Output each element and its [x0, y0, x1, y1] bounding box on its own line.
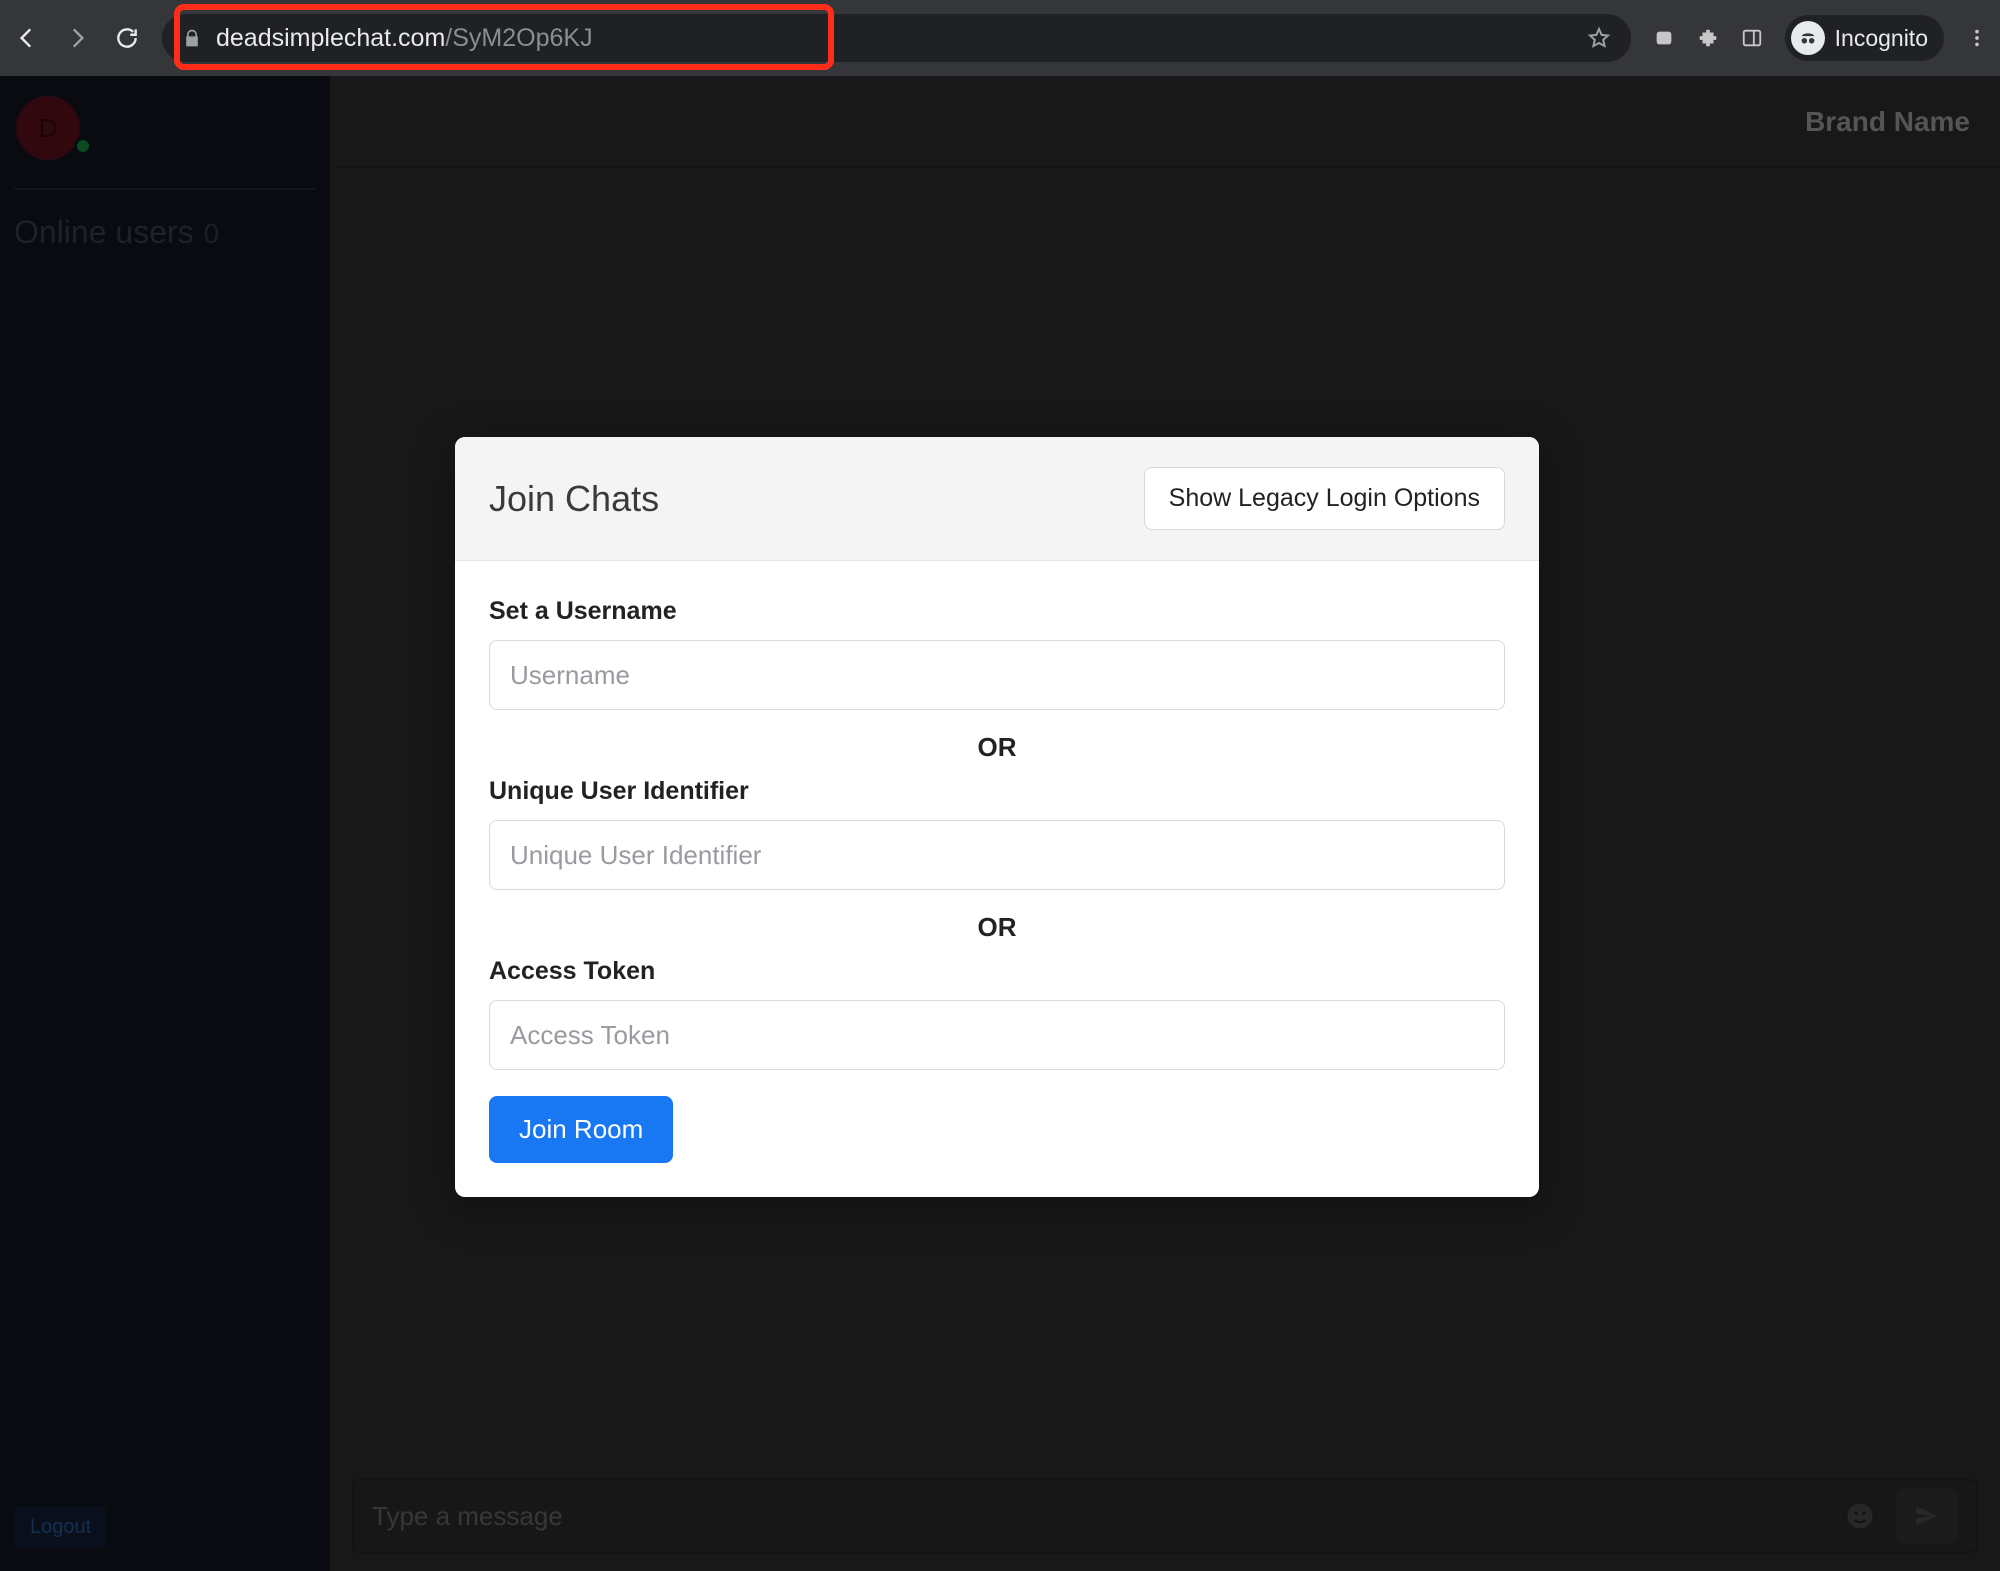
browser-toolbar: deadsimplechat.com/SyM2Op6KJ Incognito [0, 0, 2000, 76]
logout-button[interactable]: Logout [14, 1506, 107, 1549]
forward-button[interactable] [62, 23, 92, 53]
sidebar-divider [14, 188, 316, 190]
message-composer[interactable]: Type a message [352, 1479, 1978, 1553]
send-button[interactable] [1896, 1488, 1958, 1544]
url-domain: deadsimplechat.com [216, 24, 445, 53]
token-input[interactable] [489, 1000, 1505, 1070]
uuid-input[interactable] [489, 820, 1505, 890]
token-label: Access Token [489, 957, 1505, 986]
join-room-label: Join Room [519, 1114, 643, 1144]
url-path: /SyM2Op6KJ [445, 24, 592, 53]
online-users-label: Online users [14, 214, 194, 251]
incognito-icon [1791, 21, 1825, 55]
reload-button[interactable] [112, 23, 142, 53]
avatar-initial: D [39, 113, 58, 144]
incognito-label: Incognito [1835, 25, 1928, 52]
avatar-row: D [14, 90, 316, 182]
presence-dot [74, 137, 92, 155]
username-label: Set a Username [489, 597, 1505, 626]
modal-header: Join Chats Show Legacy Login Options [455, 437, 1539, 561]
emoji-icon[interactable] [1842, 1498, 1878, 1534]
incognito-indicator[interactable]: Incognito [1785, 15, 1944, 61]
online-users-heading: Online users 0 [14, 214, 316, 251]
panel-icon[interactable] [1741, 27, 1763, 49]
legacy-login-label: Show Legacy Login Options [1169, 484, 1480, 512]
composer-placeholder: Type a message [372, 1501, 563, 1532]
bookmark-star-icon[interactable] [1587, 26, 1611, 50]
address-bar[interactable]: deadsimplechat.com/SyM2Op6KJ [162, 14, 1631, 62]
main-header: Brand Name [330, 76, 2000, 168]
username-input[interactable] [489, 640, 1505, 710]
modal-body: Set a Username OR Unique User Identifier… [455, 561, 1539, 1197]
extensions-icon[interactable] [1697, 27, 1719, 49]
page-body: D Online users 0 Logout Brand Name Type … [0, 76, 2000, 1571]
online-users-count: 0 [204, 218, 220, 250]
logout-label: Logout [30, 1516, 91, 1538]
brand-name: Brand Name [1805, 106, 1970, 138]
toolbar-right: Incognito [1653, 15, 1988, 61]
modal-title: Join Chats [489, 478, 659, 520]
join-modal: Join Chats Show Legacy Login Options Set… [455, 437, 1539, 1197]
legacy-login-button[interactable]: Show Legacy Login Options [1144, 467, 1505, 530]
kebab-menu-icon[interactable] [1966, 27, 1988, 49]
shield-icon[interactable] [1653, 27, 1675, 49]
nav-buttons [12, 23, 142, 53]
sidebar: D Online users 0 Logout [0, 76, 330, 1571]
back-button[interactable] [12, 23, 42, 53]
or-divider-2: OR [489, 912, 1505, 943]
lock-icon [182, 28, 202, 48]
join-room-button[interactable]: Join Room [489, 1096, 673, 1163]
user-avatar[interactable]: D [16, 96, 80, 160]
or-divider-1: OR [489, 732, 1505, 763]
uuid-label: Unique User Identifier [489, 777, 1505, 806]
